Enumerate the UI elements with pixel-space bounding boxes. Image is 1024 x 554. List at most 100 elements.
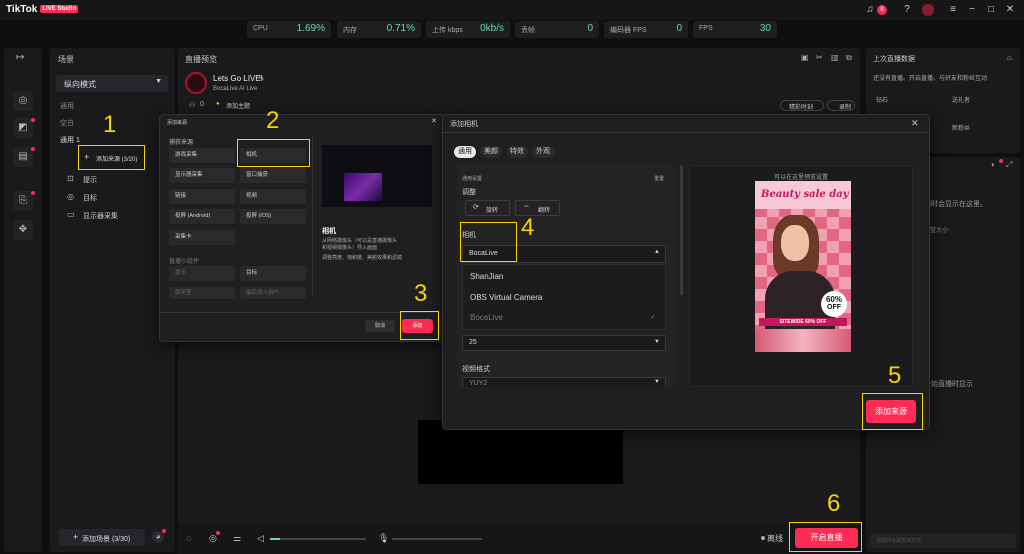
bell-icon[interactable]: ♫ [864, 4, 876, 16]
scene-item[interactable]: 显示器采集 [83, 211, 118, 221]
edit-icon[interactable]: ✎ [258, 74, 265, 83]
mixer-icon[interactable]: ⚌ [233, 533, 241, 544]
ad-discount-badge: 60% OFF [821, 291, 847, 317]
layout-toggle-icon[interactable]: ▥ [831, 53, 839, 62]
add-topic[interactable]: 添加主题 [226, 101, 250, 110]
scene-group[interactable]: 空白 [60, 118, 74, 128]
viewer-count: 0 [200, 101, 204, 108]
reset-link[interactable]: 重置 [654, 175, 664, 182]
tools-icon[interactable]: ✂ [816, 53, 823, 62]
speaker-icon[interactable]: ◁ [257, 533, 264, 544]
share-icon[interactable]: ⎘ [13, 191, 33, 211]
source-label: 窗口捕获 [246, 172, 269, 178]
format-select[interactable]: YUY2 ▼ [462, 377, 666, 387]
camera-option[interactable]: ShanJian [470, 272, 503, 281]
widget-chat[interactable]: 聊天室 [169, 287, 235, 299]
scene-group[interactable]: 通用 [60, 101, 74, 111]
dialog1-title: 添加来源 [167, 120, 188, 126]
metric-fps: FPS 30 [693, 21, 777, 38]
dialog1-close-icon[interactable]: ✕ [431, 117, 437, 125]
home-icon[interactable]: ⌂ [1007, 53, 1012, 62]
scene-group[interactable]: 通用 1 [60, 135, 80, 145]
source-window-capture[interactable]: 窗口捕获 [240, 168, 306, 183]
source-capture-card[interactable]: 采集卡 [169, 230, 235, 245]
ad-off: OFF [827, 304, 841, 311]
expand-icon[interactable]: ⤢ [1006, 160, 1012, 170]
comment-input[interactable]: 添加评论或查询方式 [870, 534, 1016, 548]
maximize-icon[interactable]: □ [985, 4, 997, 16]
widget-alert[interactable]: 提示 [169, 266, 235, 281]
record-button[interactable]: 录制 [827, 100, 855, 111]
minimize-icon[interactable]: − [966, 4, 978, 16]
account-name: BocaLive AI Live [213, 86, 258, 92]
section-label: 捕获来源 [169, 140, 194, 146]
mode-select-label: 纵向模式 [64, 80, 96, 89]
metric-value: 0kb/s [480, 23, 504, 34]
circle-icon[interactable]: ◌ [186, 533, 191, 543]
preview-desc: 从网络摄像头（可以是直播摄像头和视频摄像头）导入画面 [322, 238, 398, 251]
box-icon[interactable]: ◩ [13, 118, 33, 138]
tab-appearance[interactable]: 外观 [532, 146, 554, 158]
viewers-icon: ⚇ [189, 102, 196, 109]
source-cast-android[interactable]: 投屏 (Android) [169, 209, 235, 224]
cancel-button[interactable]: 取消 [365, 320, 395, 332]
source-cast-ios[interactable]: 投屏 (iOS) [240, 209, 306, 224]
scene-item[interactable]: 提示 [83, 175, 97, 185]
scenes-header: 场景 [58, 55, 74, 64]
camera-preview-video: Beauty sale day 60% OFF SITEWIDE 60% OFF [755, 181, 851, 352]
mic-slider[interactable] [392, 538, 482, 540]
popout-icon[interactable]: ⧉ [846, 53, 852, 63]
fps-select[interactable]: 25 ▼ [462, 335, 666, 351]
puzzle-icon[interactable]: ✥ [13, 220, 33, 240]
source-label: 视频 [246, 193, 258, 199]
source-display-capture[interactable]: 显示器采集 [169, 168, 235, 183]
widget-last-user[interactable]: 最后加入用户 [240, 287, 306, 299]
metric-dropped: 丢帧 0 [515, 21, 599, 38]
widget-goal[interactable]: 目标 [240, 266, 306, 281]
target-icon[interactable]: ◎ [13, 91, 33, 111]
layout-icon[interactable]: ▤ [13, 147, 33, 167]
window-icon[interactable]: ▣ [801, 53, 809, 62]
source-link[interactable]: 链接 [169, 189, 235, 204]
beauty-icon[interactable]: ◎ [209, 533, 217, 544]
metric-label: 上传 kbps [432, 27, 463, 34]
app-badge: LIVE Studio [40, 5, 78, 14]
clip-label: 精彩时刻 [789, 105, 814, 111]
metric-cpu: CPU 1.69% [247, 21, 331, 38]
mic-icon[interactable]: 🎙 [378, 533, 389, 544]
goal-icon: ◎ [67, 192, 74, 201]
rotate-button[interactable]: ⟳ 旋转 [465, 200, 510, 216]
mode-select[interactable]: 纵向模式 ▼ [56, 75, 168, 92]
source-game-capture[interactable]: 游戏采集 [169, 148, 235, 163]
stat-label: 钻石 [876, 98, 889, 104]
app-name: TikTok [6, 4, 38, 15]
avatar[interactable] [922, 4, 934, 16]
flip-label: 翻转 [538, 208, 551, 214]
tab-effects[interactable]: 特效 [506, 146, 528, 158]
general-settings-label: 通用设置 [462, 176, 483, 182]
profile-avatar [185, 72, 207, 94]
scrollbar[interactable] [680, 165, 683, 295]
rotate-label: 旋转 [486, 208, 499, 214]
highlight-box-5 [862, 393, 923, 430]
clip-button[interactable]: 精彩时刻 [780, 100, 824, 111]
tab-general[interactable]: 通用 [454, 146, 476, 158]
live-title[interactable]: Lets Go LIVE! [213, 74, 263, 83]
tab-beauty[interactable]: 美颜 [480, 146, 502, 158]
widget-label: 目标 [246, 270, 258, 276]
dialog2-close-icon[interactable]: ✕ [911, 118, 919, 129]
camera-preview-image [344, 173, 382, 201]
close-icon[interactable]: ✕ [1004, 4, 1016, 16]
source-video[interactable]: 视频 [240, 189, 306, 204]
camera-option-selected[interactable]: BocaLive [470, 313, 503, 322]
speaker-slider[interactable] [270, 538, 366, 540]
collapse-icon[interactable]: ↦ [16, 52, 24, 63]
chevron-down-icon: ▼ [654, 339, 660, 345]
add-scene-button[interactable]: + 添加场景 (3/30) [59, 529, 145, 546]
camera-option[interactable]: OBS Virtual Camera [470, 293, 542, 302]
menu-icon[interactable]: ≡ [947, 4, 959, 16]
metric-encoder-fps: 编码器 FPS 0 [604, 21, 688, 38]
scene-item[interactable]: 目标 [83, 193, 97, 203]
help-icon[interactable]: ? [901, 4, 913, 16]
settings-icon[interactable]: ◐ [991, 160, 996, 169]
